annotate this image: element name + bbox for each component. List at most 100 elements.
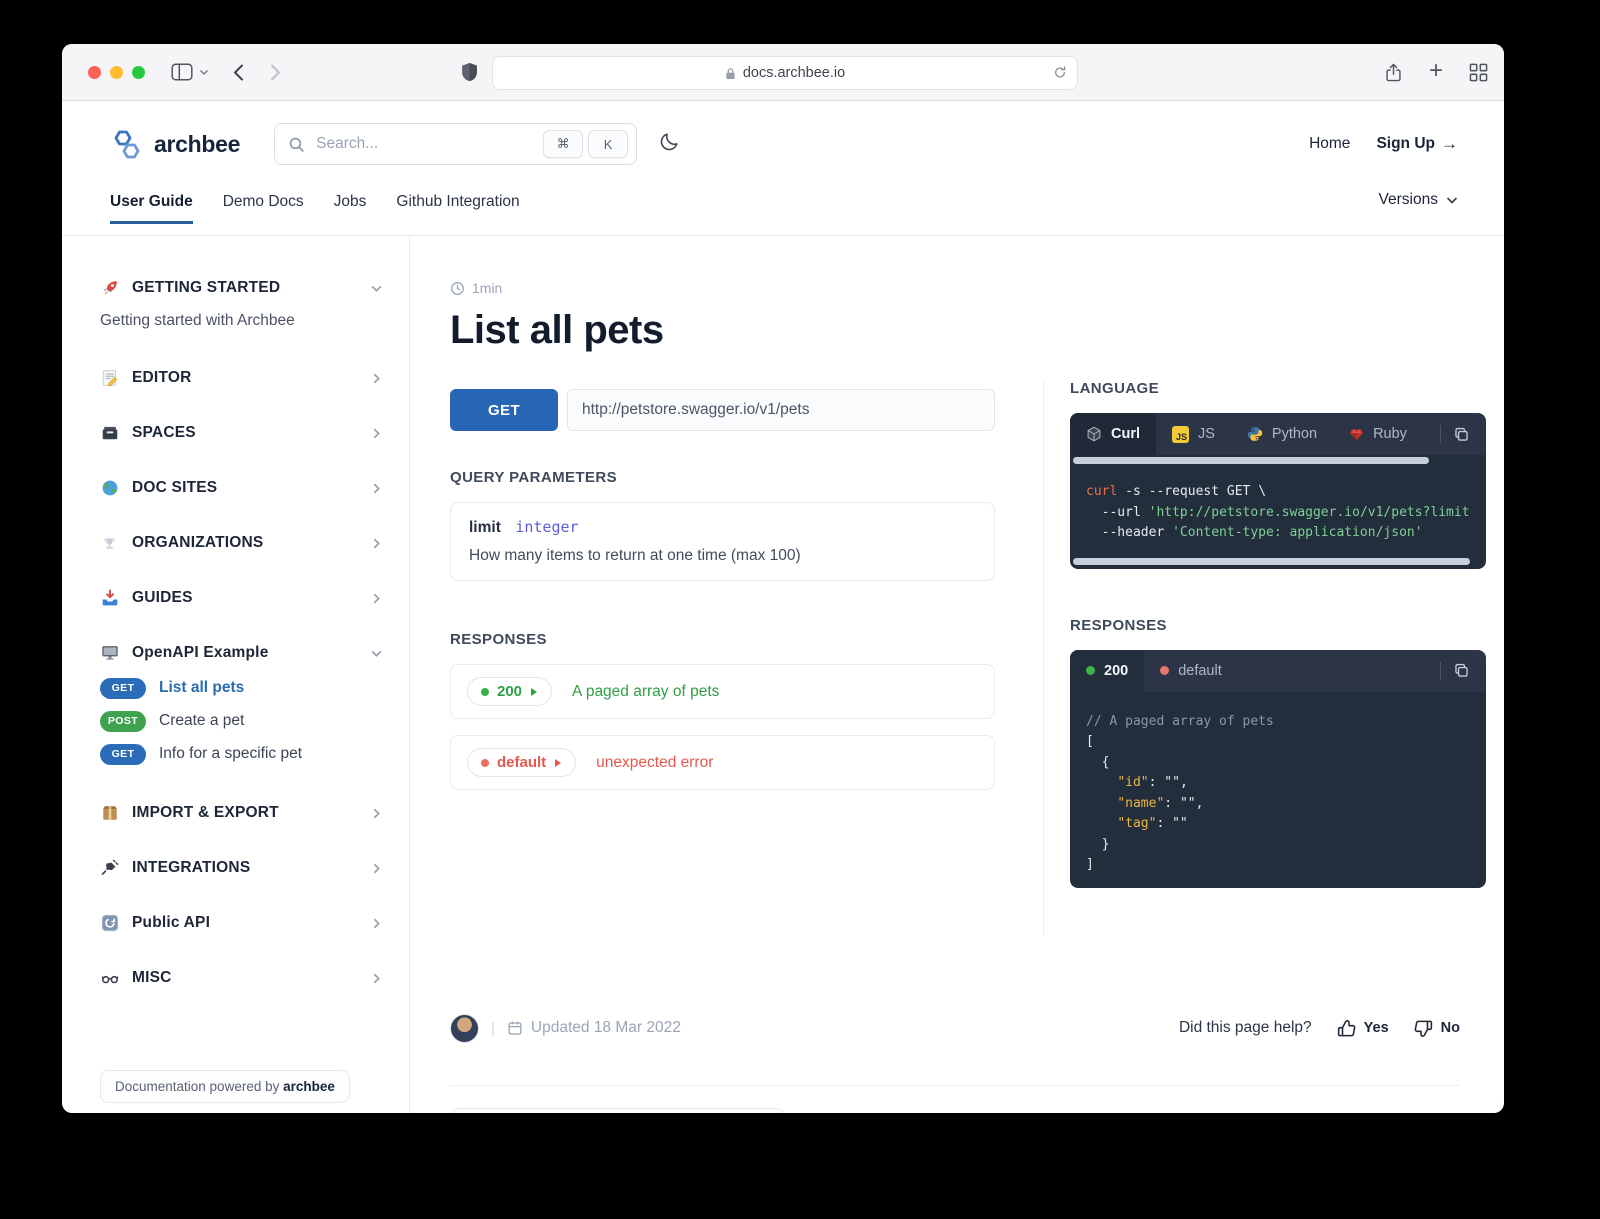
thumbs-up-icon [1336,1018,1357,1039]
address-bar[interactable]: docs.archbee.io [492,56,1078,90]
kbd-k: K [588,130,628,158]
sidebar-item-info-specific-pet[interactable]: GET Info for a specific pet [100,741,383,767]
sidebar-endpoint-label: Info for a specific pet [159,745,302,763]
signup-link[interactable]: Sign Up → [1376,134,1458,154]
chevron-right-icon [370,372,383,385]
search-box[interactable]: ⌘ K [274,123,637,165]
minimize-button[interactable] [110,66,123,79]
forward-icon[interactable] [270,64,281,81]
new-tab-icon[interactable]: + [1429,59,1443,83]
get-method-button[interactable]: GET [450,389,558,431]
play-icon [530,687,538,697]
tab-response-default[interactable]: default [1144,650,1238,692]
response-code: default [497,754,546,771]
endpoint-url-input[interactable] [567,389,995,431]
clock-icon [450,281,465,296]
sidebar-item-doc-sites[interactable]: DOC SITES [100,476,383,500]
json-code: // A paged array of pets[ { "id": "", "n… [1070,692,1486,888]
chevron-down-icon[interactable] [199,68,209,76]
tab-github-integration[interactable]: Github Integration [396,191,519,224]
vote-yes-button[interactable]: Yes [1336,1018,1389,1039]
plug-icon [100,859,119,878]
sidebar-item-create-a-pet[interactable]: POST Create a pet [100,708,383,734]
main-content: 1min List all pets GET QUERY PARAMETERS … [410,236,1504,1113]
response-code: 200 [497,683,522,700]
tab-curl[interactable]: Curl [1070,413,1156,455]
sidebar-toggle-icon[interactable] [171,63,193,81]
sidebar-item-import-export[interactable]: IMPORT & EXPORT [100,801,383,825]
refresh-icon[interactable] [1053,65,1067,80]
tab-label: Python [1272,426,1317,442]
moon-icon[interactable] [659,131,680,157]
copy-icon[interactable] [1453,426,1470,443]
sidebar-item-spaces[interactable]: SPACES [100,421,383,445]
powered-by-badge[interactable]: Documentation powered by archbee [100,1070,350,1103]
tab-demo-docs[interactable]: Demo Docs [223,191,304,224]
sidebar-item-getting-started[interactable]: GETTING STARTED [100,276,383,300]
sidebar-item-getting-started-child[interactable]: Getting started with Archbee [100,312,383,330]
param-description: How many items to return at one time (ma… [469,547,976,565]
chevron-down-icon [370,647,383,660]
copy-icon[interactable] [1453,662,1470,679]
doc-nav: User Guide Demo Docs Jobs Github Integra… [62,187,1504,236]
response-pill-default[interactable]: default [467,748,576,777]
sidebar-item-public-api[interactable]: Public API [100,911,383,935]
vote-no-button[interactable]: No [1413,1018,1460,1039]
up-next-card[interactable]: UP NEXT Create a pet [450,1108,786,1114]
horizontal-scrollbar[interactable] [1070,556,1486,569]
tab-overview-icon[interactable] [1469,63,1488,82]
response-pill-200[interactable]: 200 [467,677,552,706]
versions-dropdown[interactable]: Versions [1379,191,1458,209]
param-type: integer [515,518,578,536]
sidebar-item-organizations[interactable]: ORGANIZATIONS [100,531,383,555]
search-input[interactable] [314,134,538,154]
archbee-logo-icon [110,129,144,160]
tab-python[interactable]: Python [1231,413,1333,455]
sidebar-item-list-all-pets[interactable]: GET List all pets [100,675,383,701]
endpoint-bar: GET [450,389,995,431]
chevron-right-icon [370,592,383,605]
back-icon[interactable] [233,64,244,81]
desktop-icon [100,644,119,663]
sidebar-item-misc[interactable]: MISC [100,966,383,990]
responses-heading: RESPONSES [450,631,995,648]
status-dot [1086,666,1095,675]
footer-divider [450,1085,1460,1086]
sidebar-item-guides[interactable]: GUIDES [100,586,383,610]
tab-user-guide[interactable]: User Guide [110,191,193,224]
zoom-button[interactable] [132,66,145,79]
response-card-200: 200 A paged array of pets [450,664,995,719]
method-badge-get: GET [100,678,146,699]
horizontal-scrollbar[interactable] [1070,455,1486,466]
tab-ruby[interactable]: Ruby [1333,413,1423,455]
response-tabs: 200 default [1070,650,1486,692]
close-button[interactable] [88,66,101,79]
header-links: Home Sign Up → [1309,134,1458,154]
organization-icon [100,534,119,553]
calendar-icon [507,1020,523,1036]
sidebar-item-editor[interactable]: EDITOR [100,366,383,390]
share-icon[interactable] [1384,62,1403,83]
response-description: A paged array of pets [572,683,719,701]
curl-code: curl -s --request GET \ --url 'http://pe… [1070,466,1486,556]
yes-label: Yes [1364,1020,1389,1036]
updated-info: Updated 18 Mar 2022 [507,1019,681,1037]
tab-js[interactable]: JS JS [1156,413,1231,455]
read-time: 1min [450,280,995,296]
tab-response-200[interactable]: 200 [1070,650,1144,692]
author-avatar[interactable] [450,1014,479,1043]
home-link[interactable]: Home [1309,135,1350,153]
archbee-logo[interactable]: archbee [110,129,240,160]
toolbar-right-icons: + [1384,44,1488,100]
sidebar-item-openapi-example[interactable]: OpenAPI Example [100,641,383,665]
tab-jobs[interactable]: Jobs [334,191,367,224]
tab-label: Ruby [1373,426,1407,442]
shield-icon[interactable] [460,61,479,83]
help-prompt: Did this page help? [1179,1019,1312,1037]
signup-label: Sign Up [1376,135,1435,153]
url-text: docs.archbee.io [743,65,845,81]
tab-label: Curl [1111,426,1140,442]
responses-code-block: 200 default // A paged array of pets[ { … [1070,650,1486,888]
chevron-right-icon [370,807,383,820]
sidebar-item-integrations[interactable]: INTEGRATIONS [100,856,383,880]
